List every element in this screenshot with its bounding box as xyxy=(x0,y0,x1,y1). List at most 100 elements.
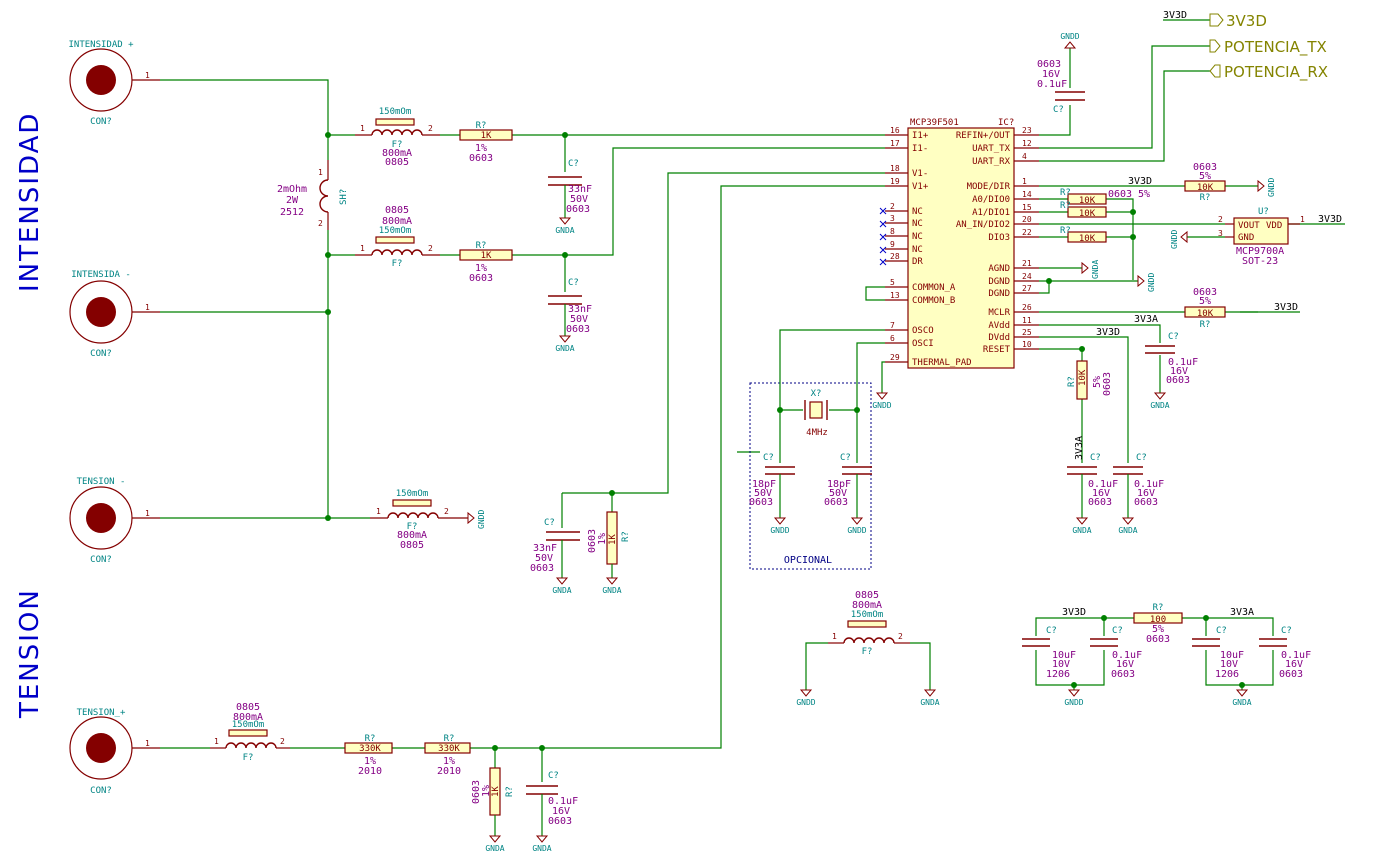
svg-text:4MHz: 4MHz xyxy=(806,428,828,438)
net-3v3d-mode: 3V3D xyxy=(1128,176,1152,187)
svg-text:29: 29 xyxy=(890,353,900,362)
svg-text:14: 14 xyxy=(1022,190,1032,199)
svg-text:3: 3 xyxy=(1218,229,1223,238)
svg-text:DGND: DGND xyxy=(988,277,1010,287)
resistor-330k-a: R? 330K 1% 2010 xyxy=(344,734,393,777)
svg-text:C?: C? xyxy=(1112,626,1123,636)
svg-text:0603: 0603 xyxy=(1111,669,1135,680)
svg-text:NC: NC xyxy=(912,219,923,229)
svg-text:27: 27 xyxy=(1022,284,1032,293)
svg-text:C?: C? xyxy=(1216,626,1227,636)
svg-text:150mOm: 150mOm xyxy=(851,610,884,620)
connector-ref: CON? xyxy=(90,555,112,565)
ic-mcp39f501: MCP39F501 IC? 16I1+17I1-18V1-19V1+2NC3NC… xyxy=(885,118,1039,369)
svg-text:A1/DIO1: A1/DIO1 xyxy=(972,208,1010,218)
svg-text:330K: 330K xyxy=(438,744,460,754)
ic-name: MCP39F501 xyxy=(910,118,959,128)
svg-text:C?: C? xyxy=(1053,105,1064,115)
crystal-4mhz: X? 4MHz xyxy=(777,389,860,438)
svg-text:1K: 1K xyxy=(608,534,618,545)
svg-text:OSCO: OSCO xyxy=(912,326,934,336)
ground-gnda: GNDA xyxy=(555,217,575,235)
connector-tension-minus: TENSION - 1 CON? xyxy=(69,477,160,565)
svg-text:0.1uF: 0.1uF xyxy=(1037,79,1067,90)
cap-01uf-a: C? 0.1uF 16V 0603 xyxy=(1259,626,1311,680)
cap-33nf-volt: C? 33nF 50V 0603 xyxy=(530,518,580,578)
svg-text:F?: F? xyxy=(392,259,403,269)
ferrite-tension-minus: 150mOm 12 F? 800mA 0805 xyxy=(370,489,468,551)
svg-text:0603: 0603 xyxy=(1166,375,1190,386)
svg-text:1206: 1206 xyxy=(1046,669,1070,680)
resistor-mclr: 0603 5% 10K R? xyxy=(1184,287,1226,330)
resistor-a0: R? 10K 0603 5% xyxy=(1060,188,1150,206)
svg-text:F?: F? xyxy=(862,647,873,657)
svg-text:0603: 0603 xyxy=(1102,372,1113,396)
cap-refin: 0603 16V 0.1uF C? xyxy=(1037,59,1085,115)
svg-text:1: 1 xyxy=(376,507,381,516)
svg-text:GNDD: GNDD xyxy=(477,510,486,529)
svg-text:150mOm: 150mOm xyxy=(396,489,429,499)
svg-text:GNDD: GNDD xyxy=(1064,698,1083,707)
ground-gnda: GNDA xyxy=(1150,392,1170,410)
connector-title: INTENSIDA - xyxy=(71,270,131,280)
svg-text:1%: 1% xyxy=(481,785,492,797)
ground-gndd: GNDD xyxy=(1137,273,1156,292)
shunt-package: 2512 xyxy=(280,207,304,218)
svg-text:20: 20 xyxy=(1022,215,1032,224)
ferrite-tension-plus: 0805 800mA 150mOm 12 F? xyxy=(210,702,290,763)
svg-text:2: 2 xyxy=(444,507,449,516)
svg-text:10K: 10K xyxy=(1079,196,1096,206)
connector-ref: CON? xyxy=(90,117,112,127)
svg-text:R?: R? xyxy=(621,531,631,542)
svg-text:GNDD: GNDD xyxy=(796,698,815,707)
svg-text:2: 2 xyxy=(1218,215,1223,224)
svg-text:24: 24 xyxy=(1022,272,1032,281)
label-potencia-tx: POTENCIA_TX xyxy=(1224,38,1327,57)
svg-text:1: 1 xyxy=(1022,177,1027,186)
svg-text:0603: 0603 xyxy=(548,816,572,827)
svg-text:UART_TX: UART_TX xyxy=(972,144,1011,154)
svg-text:0603: 0603 xyxy=(530,563,554,574)
net-3v3d: 3V3D xyxy=(1163,10,1187,21)
resistor-330k-b: R? 330K 1% 2010 xyxy=(424,734,471,777)
svg-text:150mOm: 150mOm xyxy=(232,720,265,730)
ground-gnda: GNDA xyxy=(485,835,505,853)
ground-gnda: GNDA xyxy=(1072,517,1092,535)
ground-gndd: GNDD xyxy=(467,510,486,529)
svg-text:C?: C? xyxy=(1090,453,1101,463)
svg-text:0603: 0603 xyxy=(469,273,493,284)
svg-text:5: 5 xyxy=(890,278,895,287)
cap-01uf-d: C? 0.1uF 16V 0603 xyxy=(1090,626,1142,680)
svg-text:MCLR: MCLR xyxy=(988,308,1010,318)
svg-text:COMMON_B: COMMON_B xyxy=(912,296,955,306)
shunt-power: 2W xyxy=(286,195,299,206)
resistor-1k-vdiv: 1K R? 0603 1% xyxy=(587,511,631,578)
connector-pin: 1 xyxy=(145,71,150,80)
svg-text:R?: R? xyxy=(1060,188,1071,198)
svg-text:R?: R? xyxy=(1067,376,1077,387)
connector-pin: 1 xyxy=(145,509,150,518)
svg-text:F?: F? xyxy=(243,753,254,763)
svg-text:2010: 2010 xyxy=(358,766,382,777)
svg-text:1: 1 xyxy=(832,632,837,641)
shunt-ref: SH? xyxy=(339,189,349,205)
connector-pin: 1 xyxy=(145,303,150,312)
svg-text:19: 19 xyxy=(890,177,900,186)
ground-gnda: GNDA xyxy=(1081,260,1100,279)
svg-text:3V3A: 3V3A xyxy=(1134,314,1158,325)
junctions xyxy=(325,132,615,751)
svg-text:GNDA: GNDA xyxy=(1150,401,1169,410)
svg-text:C?: C? xyxy=(568,278,579,288)
svg-text:R?: R? xyxy=(1060,226,1071,236)
ground-gndd: GNDD xyxy=(847,517,867,535)
svg-text:GNDA: GNDA xyxy=(1232,698,1251,707)
svg-text:1206: 1206 xyxy=(1215,669,1239,680)
schematic-canvas: INTENSIDAD TENSION INTENSIDAD + 1 CON? I… xyxy=(15,10,1345,853)
svg-text:21: 21 xyxy=(1022,259,1032,268)
svg-text:GNDA: GNDA xyxy=(555,344,574,353)
svg-text:DIO3: DIO3 xyxy=(988,233,1010,243)
shunt-resistor: 1 2 2mOhm 2W 2512 SH? xyxy=(277,160,349,230)
svg-text:2: 2 xyxy=(890,202,895,211)
svg-text:NC: NC xyxy=(912,207,923,217)
svg-text:0603: 0603 xyxy=(824,497,848,508)
